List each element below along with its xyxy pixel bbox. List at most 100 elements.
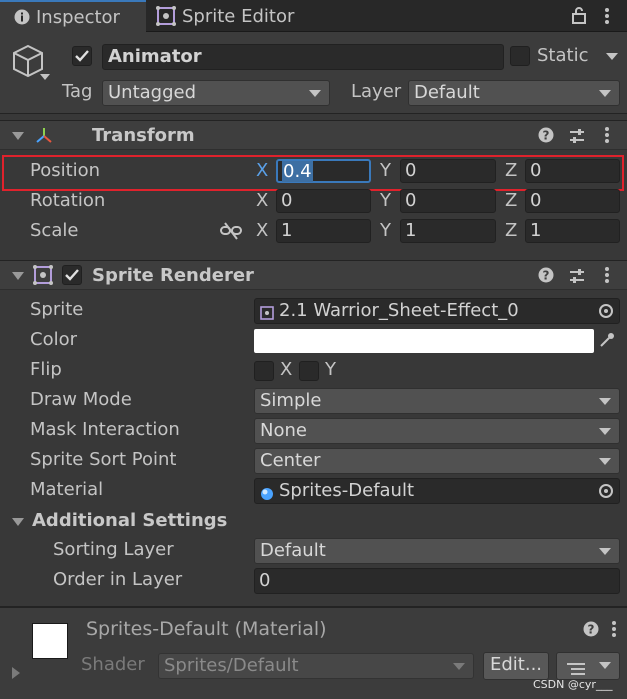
scale-label: Scale [30,220,79,241]
sorting-layer-row: Sorting Layer Default [0,536,627,566]
flip-x-checkbox[interactable] [254,361,274,381]
rotation-x-field[interactable]: 0 [276,189,371,213]
shader-dropdown[interactable]: Sprites/Default [158,653,474,679]
additional-settings-row[interactable]: Additional Settings [0,507,627,537]
tab-inspector[interactable]: Inspector [0,0,146,32]
flip-row: Flip X Y [0,356,627,386]
rotation-z-field[interactable]: 0 [525,189,620,213]
mask-interaction-label: Mask Interaction [30,419,180,440]
rotation-y-field[interactable]: 0 [400,189,496,213]
chevron-down-icon [599,90,611,97]
tab-inspector-label: Inspector [36,6,120,28]
color-swatch[interactable] [254,329,594,353]
help-icon[interactable]: ? [583,621,599,642]
order-in-layer-row: Order in Layer 0 [0,566,627,596]
scale-x-axis-label[interactable]: X [256,220,268,241]
mask-interaction-value: None [260,420,307,441]
mask-interaction-dropdown[interactable]: None [254,418,620,444]
flip-y-checkbox[interactable] [299,361,319,381]
sprite-sort-point-dropdown[interactable]: Center [254,448,620,474]
scale-y-axis-label[interactable]: Y [380,220,391,241]
rotation-x-axis-label[interactable]: X [256,190,268,211]
chevron-down-icon [599,428,611,435]
scale-z-axis-label[interactable]: Z [505,220,517,241]
static-checkbox[interactable] [510,46,530,66]
rotation-y-axis-label[interactable]: Y [380,190,391,211]
scale-z-field[interactable]: 1 [525,219,620,243]
foldout-arrow-icon[interactable] [12,132,24,140]
object-picker-icon[interactable] [599,484,613,498]
material-label: Material [30,479,104,500]
flip-y-label: Y [325,359,336,380]
component-menu-icon[interactable] [604,126,610,149]
eyedropper-icon[interactable] [598,331,616,354]
sorting-layer-value: Default [260,540,326,561]
static-label: Static [537,45,589,66]
object-name-field[interactable]: Animator [102,44,504,70]
gameobject-header: Animator Static Tag Untagged Layer Defau… [0,32,627,114]
edit-shader-button[interactable]: Edit... [483,652,549,680]
sprite-renderer-enabled-checkbox[interactable] [62,265,82,285]
transform-header[interactable]: Transform ? [0,120,627,150]
help-icon[interactable]: ? [538,267,554,288]
order-in-layer-field[interactable]: 0 [254,568,620,594]
preset-icon[interactable] [568,127,586,150]
static-dropdown-arrow[interactable] [606,53,618,60]
shader-label: Shader [81,654,145,675]
material-asset-icon [260,484,274,508]
order-in-layer-label: Order in Layer [53,569,183,590]
chevron-down-icon [599,398,611,405]
material-panel-title: Sprites-Default (Material) [86,618,327,640]
material-row: Material Sprites-Default [0,476,627,506]
sprite-value: 2.1 Warrior_Sheet-Effect_0 [279,300,519,321]
shader-value: Sprites/Default [164,655,299,676]
tab-sprite-editor[interactable]: Sprite Editor [152,0,332,32]
material-panel: Sprites-Default (Material) ? Shader Spri… [0,606,627,699]
layer-dropdown[interactable]: Default [408,80,620,106]
material-menu-icon[interactable] [611,620,617,643]
sprite-sort-point-label: Sprite Sort Point [30,449,177,470]
icon-dropdown-arrow[interactable] [40,74,50,80]
watermark: CSDN @cyr___ [533,678,613,691]
scale-row: Scale X 1 Y 1 Z 1 [0,217,627,247]
inspector-window: Inspector Sprite Editor Animator Static … [0,0,627,699]
tag-dropdown[interactable]: Untagged [102,80,330,106]
material-object-field[interactable]: Sprites-Default [254,478,620,504]
component-menu-icon[interactable] [604,266,610,289]
scale-y-field[interactable]: 1 [400,219,496,243]
foldout-arrow-icon[interactable] [12,272,24,280]
object-picker-icon[interactable] [599,304,613,318]
active-checkbox[interactable] [72,46,92,66]
additional-settings-title: Additional Settings [32,510,228,531]
lock-icon[interactable] [572,7,586,29]
material-foldout-icon[interactable] [12,667,20,679]
tab-menu-icon[interactable] [604,7,610,30]
shader-options-button[interactable] [556,652,620,680]
scale-x-field[interactable]: 1 [276,219,371,243]
material-preview-thumbnail [32,623,68,659]
transform-icon [34,126,54,151]
layer-label: Layer [351,81,402,102]
position-highlight-box [2,155,624,191]
sprite-label: Sprite [30,299,84,320]
foldout-arrow-icon[interactable] [12,518,24,526]
chevron-down-icon [599,458,611,465]
tab-bar: Inspector Sprite Editor [0,0,627,32]
sprite-object-field[interactable]: 2.1 Warrior_Sheet-Effect_0 [254,298,620,324]
sprite-editor-icon [156,6,176,26]
constrain-proportions-icon[interactable] [220,222,242,245]
rotation-z-axis-label[interactable]: Z [505,190,517,211]
chevron-down-icon [599,548,611,555]
draw-mode-value: Simple [260,390,322,411]
tag-label: Tag [62,81,93,102]
draw-mode-dropdown[interactable]: Simple [254,388,620,414]
help-icon[interactable]: ? [538,127,554,148]
sprite-renderer-icon [33,265,53,290]
sorting-layer-dropdown[interactable]: Default [254,538,620,564]
svg-text:?: ? [543,269,550,283]
mask-interaction-row: Mask Interaction None [0,416,627,446]
svg-text:?: ? [543,129,550,143]
preset-icon[interactable] [568,267,586,290]
flip-x-label: X [280,359,293,380]
sprite-renderer-header[interactable]: Sprite Renderer ? [0,260,627,290]
